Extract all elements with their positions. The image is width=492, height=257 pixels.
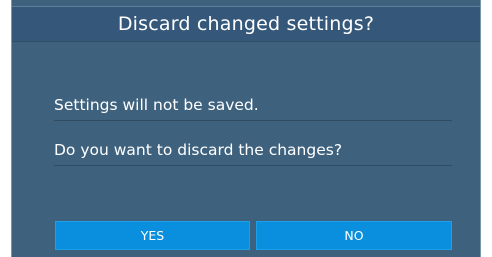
- yes-button[interactable]: YES: [55, 221, 250, 250]
- message-settings-not-saved: Settings will not be saved.: [54, 96, 452, 121]
- dialog-title-bar: Discard changed settings?: [12, 6, 480, 42]
- dialog-window: Discard changed settings? Settings will …: [11, 0, 481, 257]
- message-discard-question: Do you want to discard the changes?: [54, 141, 452, 166]
- dialog-title: Discard changed settings?: [117, 13, 375, 35]
- no-button[interactable]: NO: [256, 221, 452, 250]
